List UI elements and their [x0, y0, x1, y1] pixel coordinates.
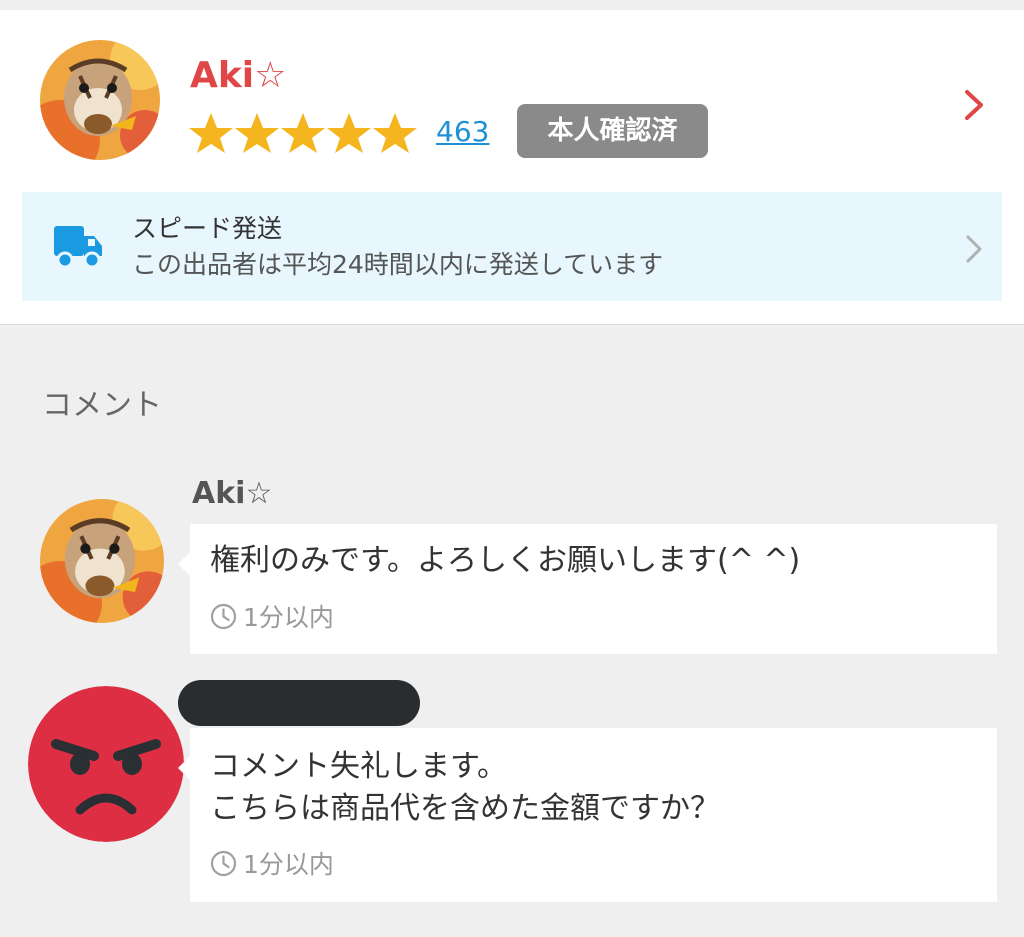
- commenter-avatar[interactable]: [28, 686, 184, 842]
- bubble-tail: [178, 552, 190, 576]
- comment-author[interactable]: Aki☆: [192, 474, 272, 514]
- chipmunk-avatar-icon: [40, 40, 160, 160]
- seller-card[interactable]: Aki☆ 463 本人確認済 スピード発送 この出品者は平均24時間以内に発送し…: [0, 10, 1024, 325]
- comment-bubble: コメント失礼します。 こちらは商品代を含めた金額ですか？ 1分以内: [178, 728, 997, 902]
- commenter-avatar[interactable]: [40, 499, 164, 623]
- angry-face-icon: [28, 686, 184, 842]
- seller-name[interactable]: Aki☆: [190, 54, 286, 98]
- star-icon: [327, 113, 371, 153]
- truck-icon: [54, 226, 102, 269]
- star-icon: [373, 113, 417, 153]
- chevron-right-icon[interactable]: [962, 88, 986, 122]
- redacted-author-name: [178, 680, 420, 726]
- speed-shipping-banner[interactable]: スピード発送 この出品者は平均24時間以内に発送しています: [22, 192, 1002, 301]
- chipmunk-avatar-icon: [40, 499, 164, 623]
- comment-bubble: 権利のみです。よろしくお願いします(^ ^) 1分以内: [178, 524, 997, 654]
- comment-timestamp: 1分以内: [210, 600, 334, 632]
- comment-timestamp: 1分以内: [210, 847, 334, 879]
- seller-avatar[interactable]: [40, 40, 160, 160]
- rating-stars: [188, 111, 418, 155]
- comment-time: 1分以内: [243, 603, 334, 632]
- clock-icon: [210, 603, 237, 629]
- comment-time: 1分以内: [243, 850, 334, 879]
- comment-text: コメント失礼します。 こちらは商品代を含めた金額ですか？: [210, 749, 720, 826]
- star-icon: [189, 113, 233, 153]
- star-icon: [281, 113, 325, 153]
- bubble-tail: [178, 756, 190, 780]
- chevron-right-icon[interactable]: [964, 234, 984, 264]
- comments-section-title: コメント: [42, 388, 162, 423]
- speed-shipping-description: この出品者は平均24時間以内に発送しています: [132, 250, 664, 279]
- top-strip: [0, 0, 1024, 10]
- rating-count-link[interactable]: 463: [436, 110, 489, 154]
- clock-icon: [210, 850, 237, 876]
- comment-text: 権利のみです。よろしくお願いします(^ ^): [210, 543, 801, 578]
- verified-badge: 本人確認済: [517, 104, 708, 158]
- speed-shipping-title: スピード発送: [132, 214, 283, 243]
- star-icon: [235, 113, 279, 153]
